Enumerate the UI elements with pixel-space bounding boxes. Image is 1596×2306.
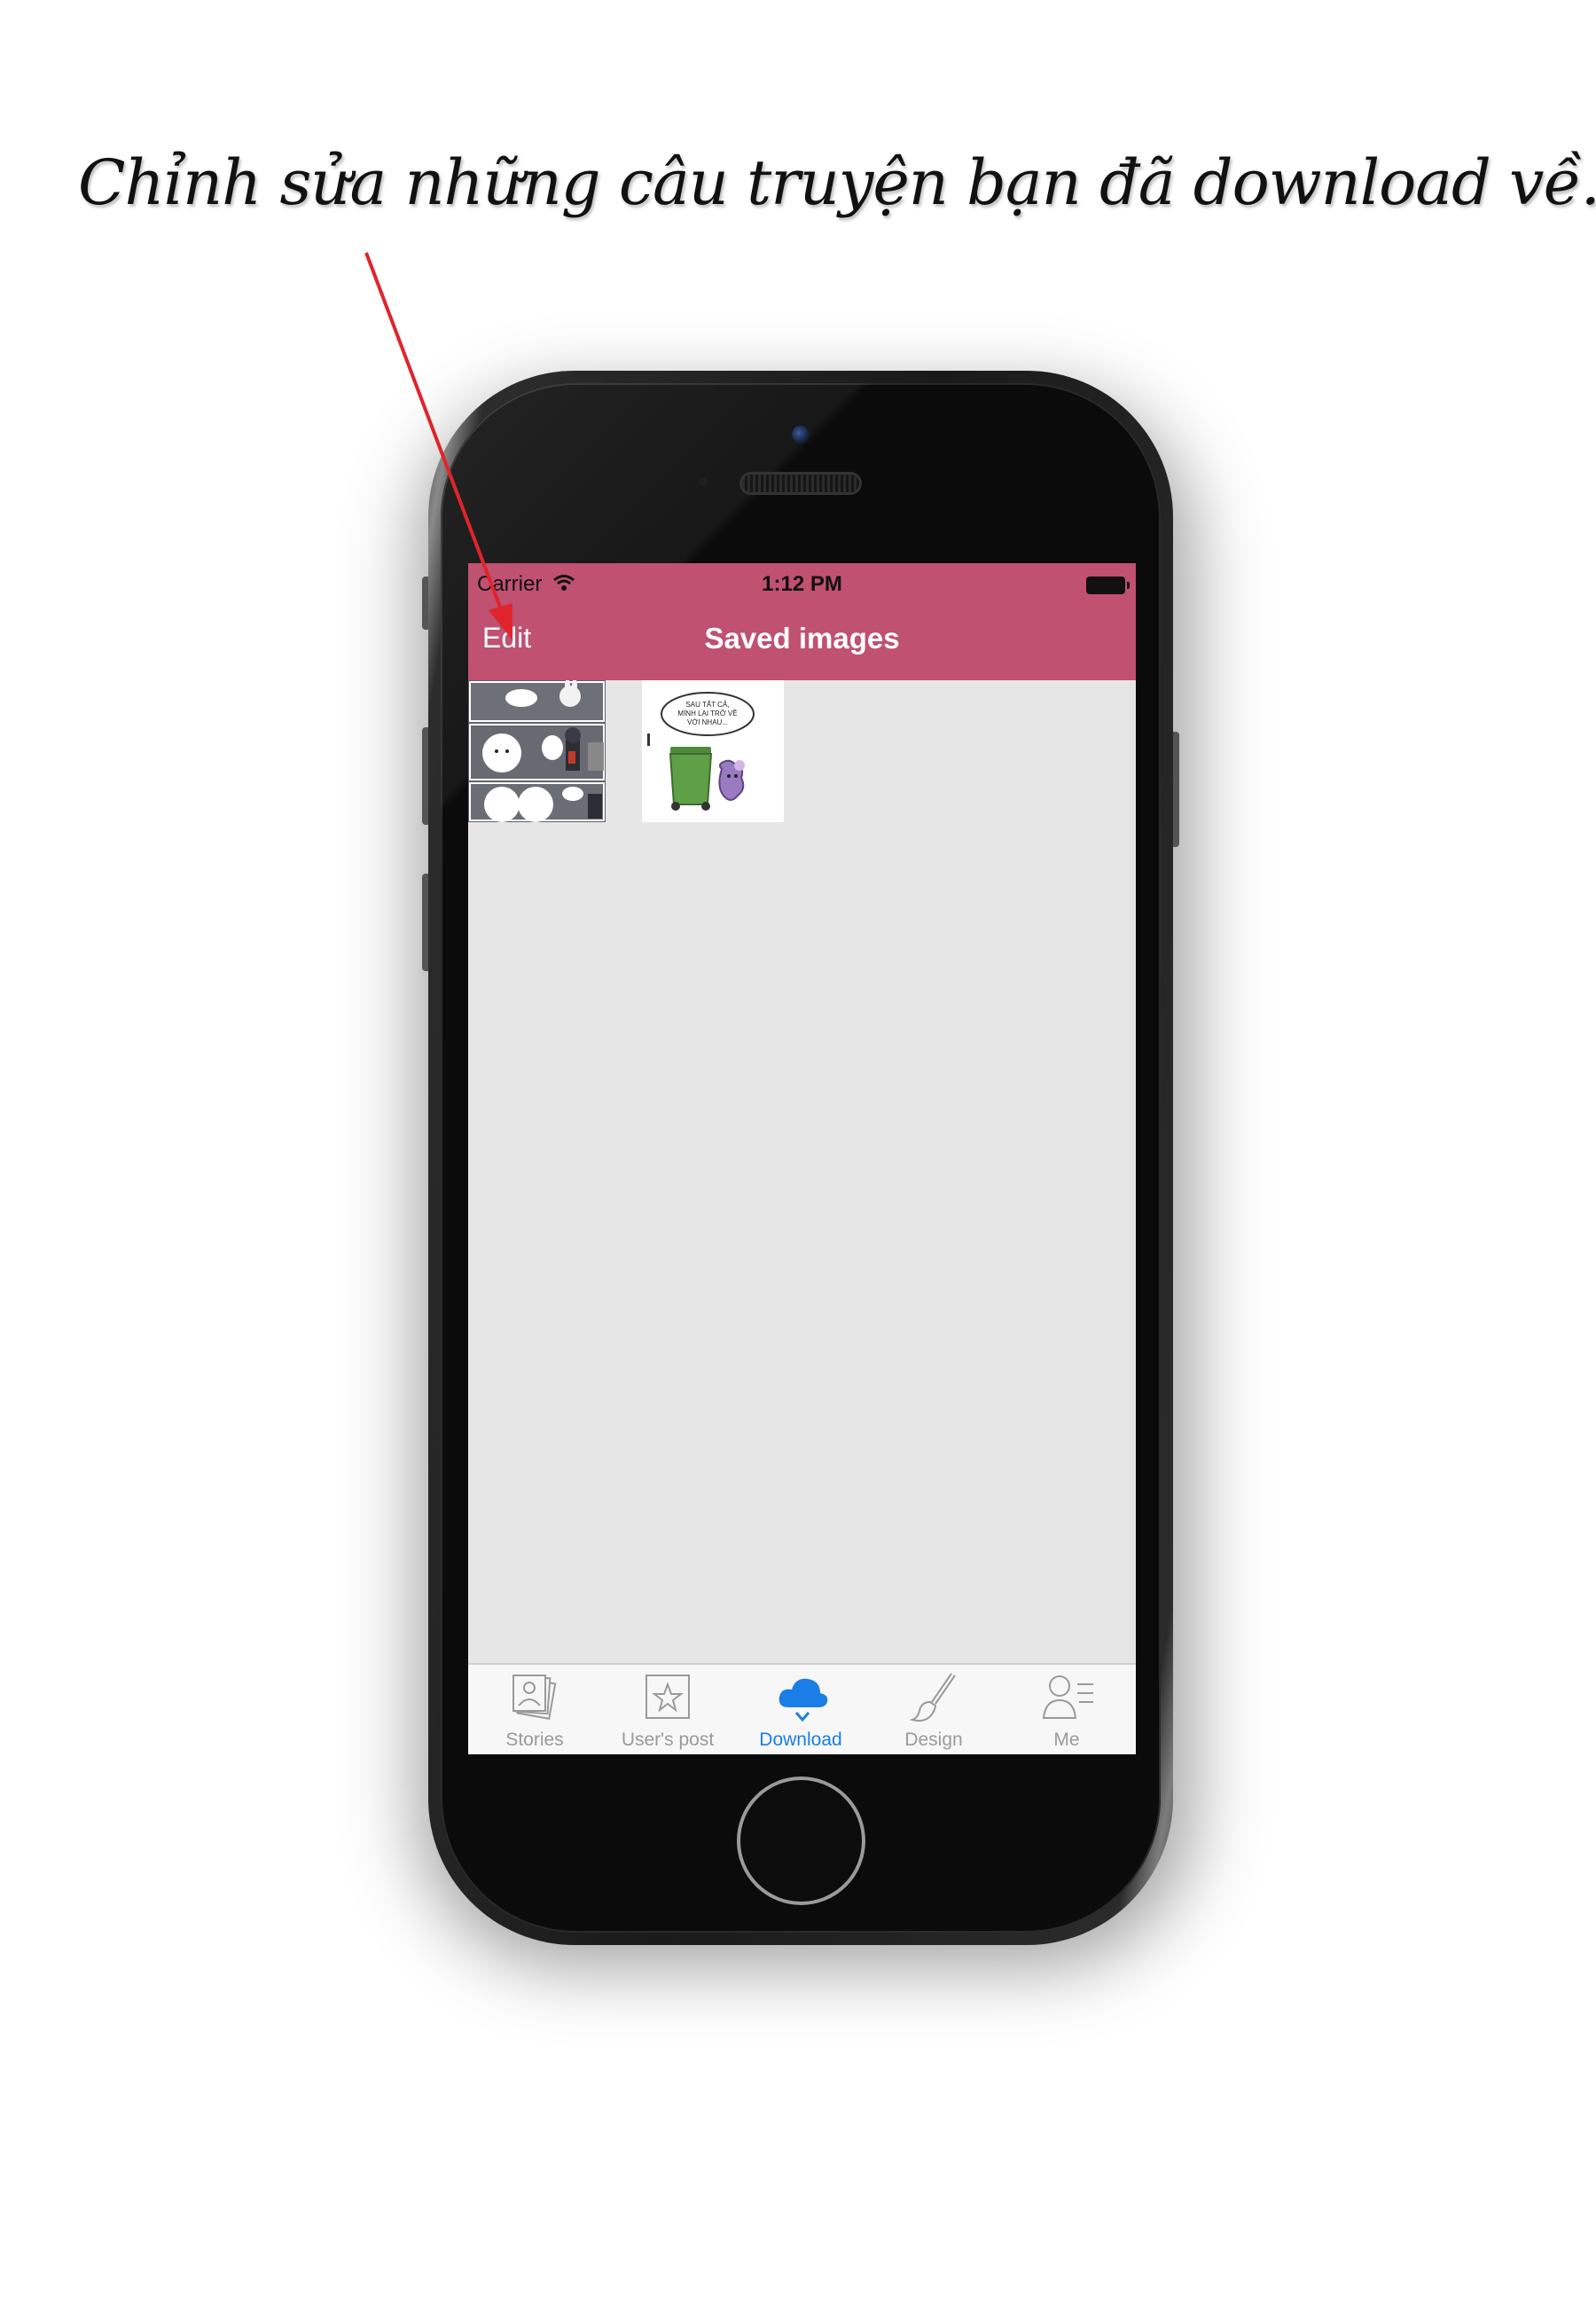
status-bar: Carrier 1:12 PM xyxy=(468,563,1136,608)
svg-text:VỚI NHAU...: VỚI NHAU... xyxy=(687,718,728,726)
annotation-caption: Chỉnh sửa những câu truyện bạn đã downlo… xyxy=(78,146,1596,219)
cloud-download-icon xyxy=(778,1678,828,1722)
svg-text:SAU TẤT CẢ,: SAU TẤT CẢ, xyxy=(685,700,729,709)
earpiece-speaker xyxy=(742,475,859,492)
tab-stories[interactable]: Stories xyxy=(468,1665,601,1753)
trash-bin-comic-image: SAU TẤT CẢ, MÌNH LẠI TRỞ VỀ VỚI NHAU... xyxy=(642,680,784,822)
svg-text:MÌNH LẠI TRỞ VỀ: MÌNH LẠI TRỞ VỀ xyxy=(677,709,737,718)
saved-image-thumbnail[interactable]: SAU TẤT CẢ, MÌNH LẠI TRỞ VỀ VỚI NHAU... xyxy=(642,680,784,822)
tab-me[interactable]: Me xyxy=(1000,1665,1133,1753)
tab-label: Download xyxy=(759,1730,842,1750)
navigation-bar: Carrier 1:12 PM Edit Saved images xyxy=(468,563,1136,680)
home-button[interactable] xyxy=(737,1777,865,1905)
tab-label: User's post xyxy=(621,1730,715,1750)
star-box-icon xyxy=(645,1675,690,1719)
saved-image-thumbnail[interactable] xyxy=(468,680,606,822)
front-camera xyxy=(792,426,810,443)
tab-users-post[interactable]: User's post xyxy=(601,1665,734,1753)
comic-panels-image xyxy=(468,680,606,822)
battery-icon xyxy=(1086,576,1130,594)
photos-stack-icon xyxy=(512,1675,557,1720)
tab-label: Stories xyxy=(505,1730,564,1750)
proximity-sensor xyxy=(699,477,708,486)
app-screen: Carrier 1:12 PM Edit Saved images SAU TẤ… xyxy=(468,563,1136,1754)
status-time: 1:12 PM xyxy=(762,572,842,596)
tab-design[interactable]: Design xyxy=(867,1665,1000,1753)
tab-label: Me xyxy=(1053,1730,1080,1750)
brush-icon xyxy=(909,1673,956,1722)
tab-bar: Stories User's post Download Design Me xyxy=(468,1663,1136,1754)
profile-list-icon xyxy=(1042,1675,1093,1719)
page-title: Saved images xyxy=(704,622,900,655)
tab-download[interactable]: Download xyxy=(734,1665,867,1753)
tab-label: Design xyxy=(904,1730,963,1750)
